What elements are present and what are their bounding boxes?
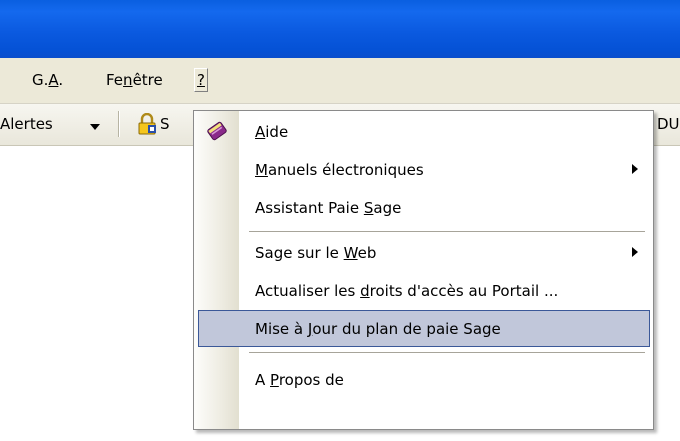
menu-item-assistant[interactable]: Assistant Paie Sage bbox=[194, 189, 653, 227]
submenu-arrow-icon bbox=[632, 247, 638, 257]
menu-help-mnemonic: ? bbox=[197, 71, 205, 89]
menu-separator bbox=[249, 352, 645, 353]
assistant-mnemonic: S bbox=[363, 199, 374, 217]
menu-bar: G.A. Fenêtre ? bbox=[0, 58, 680, 104]
aide-mnemonic: A bbox=[255, 123, 266, 141]
menu-help[interactable]: ? bbox=[194, 68, 208, 92]
menu-item-a-propos[interactable]: A Propos de bbox=[194, 361, 653, 399]
menu-item-a-propos-label: A Propos de bbox=[255, 361, 344, 399]
menu-fenetre[interactable]: Fenêtre bbox=[104, 69, 165, 91]
alerts-dropdown-caret-icon[interactable] bbox=[90, 124, 100, 130]
menu-separator bbox=[249, 231, 645, 232]
actualiser-pre: Actualiser les bbox=[255, 282, 361, 300]
portal-lock-icon[interactable] bbox=[136, 113, 158, 135]
toolbar-right-label[interactable]: DU bbox=[657, 114, 680, 134]
toolbar-separator bbox=[118, 111, 120, 137]
manuels-post: anuels électroniques bbox=[267, 161, 424, 179]
menu-ga-label: G. bbox=[32, 71, 49, 89]
a-propos-mnemonic: P bbox=[270, 371, 279, 389]
mise-a-jour-pre: Mise à bbox=[255, 320, 308, 338]
menu-item-mise-a-jour[interactable]: Mise à Jour du plan de paie Sage bbox=[194, 310, 653, 348]
mise-a-jour-post: our du plan de paie Sage bbox=[312, 320, 501, 338]
menu-item-mise-a-jour-label: Mise à Jour du plan de paie Sage bbox=[255, 310, 501, 348]
alerts-button[interactable]: Alertes bbox=[0, 114, 53, 134]
sage-web-pre: Sage sur le bbox=[255, 244, 344, 262]
aide-post: ide bbox=[265, 123, 289, 141]
a-propos-post: ropos de bbox=[278, 371, 344, 389]
menu-ga-mnemonic: A bbox=[48, 71, 59, 89]
menu-ga-label-end: . bbox=[58, 71, 64, 89]
menu-fenetre-mnemonic: n bbox=[123, 71, 133, 89]
assistant-pre: Assistant Paie bbox=[255, 199, 364, 217]
menu-item-sage-web-label: Sage sur le Web bbox=[255, 234, 376, 272]
sage-web-post: eb bbox=[357, 244, 377, 262]
menu-item-actualiser-label: Actualiser les droits d'accès au Portail… bbox=[255, 272, 558, 310]
manuels-mnemonic: M bbox=[255, 161, 268, 179]
help-dropdown-menu: Aide Manuels électroniques Assistant Pai… bbox=[193, 110, 654, 430]
menu-fenetre-label-end: être bbox=[132, 71, 163, 89]
actualiser-mnemonic: d bbox=[360, 282, 370, 300]
menu-item-aide[interactable]: Aide bbox=[194, 113, 653, 151]
sage-web-mnemonic: W bbox=[343, 244, 358, 262]
assistant-post: age bbox=[373, 199, 402, 217]
menu-item-manuels[interactable]: Manuels électroniques bbox=[194, 151, 653, 189]
menu-item-manuels-label: Manuels électroniques bbox=[255, 151, 424, 189]
menu-fenetre-label: Fe bbox=[106, 71, 124, 89]
actualiser-post: roits d'accès au Portail ... bbox=[369, 282, 559, 300]
menu-item-assistant-label: Assistant Paie Sage bbox=[255, 189, 401, 227]
menu-item-actualiser[interactable]: Actualiser les droits d'accès au Portail… bbox=[194, 272, 653, 310]
portal-button-label[interactable]: S bbox=[160, 114, 170, 134]
help-book-icon bbox=[207, 121, 227, 141]
menu-item-aide-label: Aide bbox=[255, 113, 288, 151]
menu-item-sage-web[interactable]: Sage sur le Web bbox=[194, 234, 653, 272]
window-title-bar[interactable] bbox=[0, 0, 680, 58]
a-propos-pre: A bbox=[255, 371, 271, 389]
menu-ga[interactable]: G.A. bbox=[30, 69, 65, 91]
submenu-arrow-icon bbox=[632, 164, 638, 174]
